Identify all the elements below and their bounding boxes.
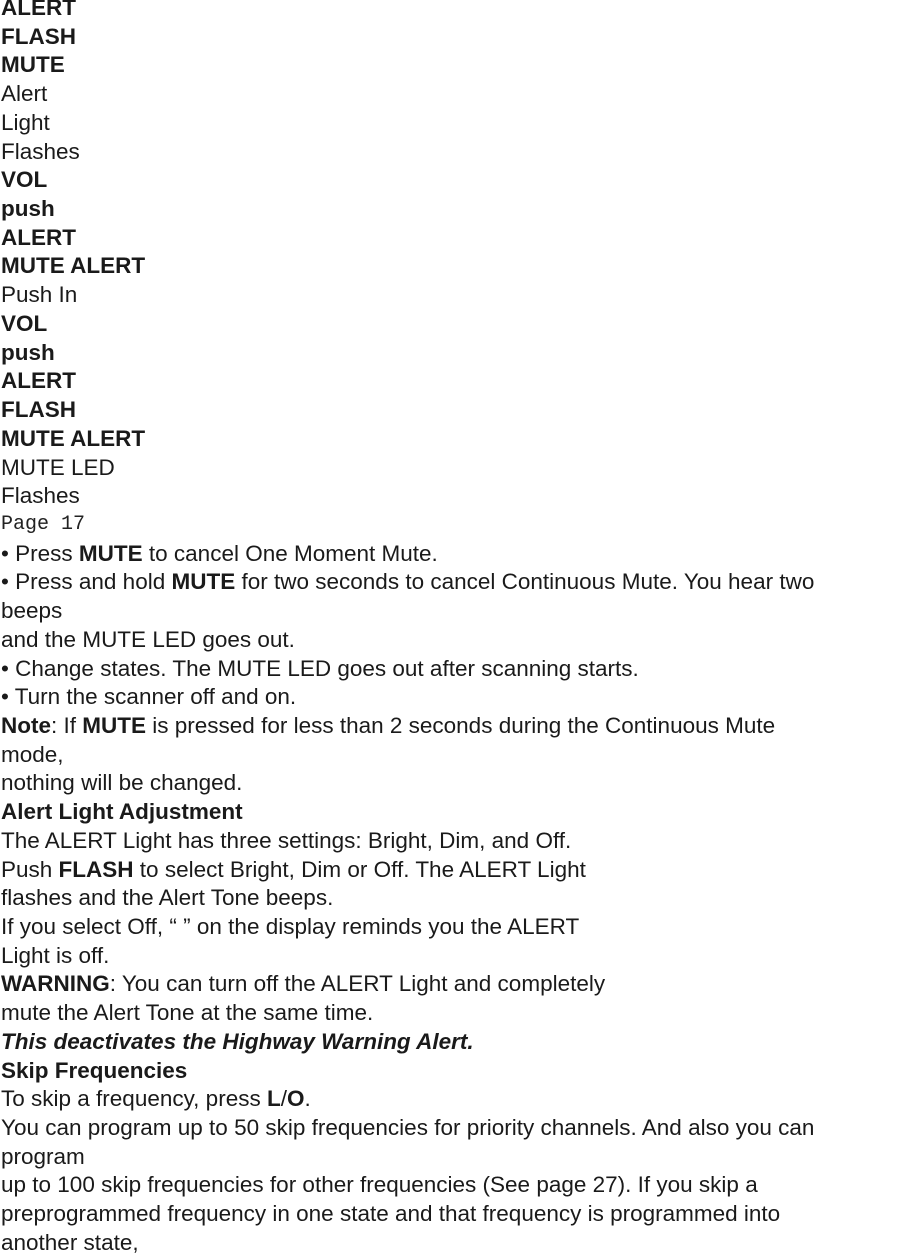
text-run: • Press and hold <box>1 569 172 595</box>
note-block: Note: If MUTE is pressed for less than 2… <box>1 712 906 798</box>
paragraph-line: Light is off. <box>1 942 110 968</box>
text-run: to select Bright, Dim or Off. The ALERT … <box>133 856 586 882</box>
label-vol: VOL <box>1 310 48 336</box>
text-run: is pressed for less than 2 seconds durin… <box>146 712 776 738</box>
text-run: for two seconds to cancel Continuous Mut… <box>235 569 815 595</box>
paragraph-line: The ALERT Light has three settings: Brig… <box>1 827 572 853</box>
label-push-in: Push In <box>1 282 78 308</box>
key-name: MUTE <box>171 569 236 595</box>
note-continuation: mode, <box>1 741 64 767</box>
alert-light-section: Alert Light Adjustment The ALERT Light h… <box>1 798 906 1056</box>
paragraph-line: To skip a frequency, press L/O. <box>1 1085 906 1114</box>
label-flashes: Flashes <box>1 138 80 164</box>
bullet-continuation: and the MUTE LED goes out. <box>1 626 295 652</box>
label-vol: VOL <box>1 167 48 193</box>
label-flashes: Flashes <box>1 483 80 509</box>
paragraph-line: flashes and the Alert Tone beeps. <box>1 885 334 911</box>
key-name: MUTE <box>82 712 147 738</box>
text-run: : If <box>51 712 83 738</box>
label-mute-alert: MUTE ALERT <box>1 425 146 451</box>
key-name: O <box>286 1086 305 1112</box>
paragraph-line: Push FLASH to select Bright, Dim or Off.… <box>1 856 906 885</box>
figure-labels: ALERT FLASH MUTE Alert Light Flashes VOL… <box>1 0 906 511</box>
label-mute-led: MUTE LED <box>1 454 115 480</box>
text-run: • Press <box>1 540 79 566</box>
paragraph-line: If you select Off, “ ” on the display re… <box>1 914 580 939</box>
key-name: FLASH <box>58 856 134 882</box>
paragraph-line: preprogrammed frequency in one state and… <box>1 1201 781 1227</box>
page-number: Page 17 <box>1 512 86 536</box>
label-light: Light <box>1 109 50 135</box>
text-run: . <box>304 1086 311 1112</box>
label-alert: ALERT <box>1 368 76 394</box>
emphasis-line: This deactivates the Highway Warning Ale… <box>1 1028 474 1054</box>
label-alert: ALERT <box>1 0 76 20</box>
bullet-item: • Press and hold MUTE for two seconds to… <box>1 568 906 597</box>
label-push: push <box>1 196 55 222</box>
text-run: To skip a frequency, press <box>1 1086 267 1112</box>
note-continuation: nothing will be changed. <box>1 770 243 796</box>
key-name: L <box>266 1086 281 1112</box>
key-name: MUTE <box>78 540 143 566</box>
label-flash: FLASH <box>1 397 76 423</box>
label-alert-text: Alert <box>1 81 48 107</box>
paragraph-line: mute the Alert Tone at the same time. <box>1 1000 374 1026</box>
label-flash: FLASH <box>1 23 76 49</box>
note-label: Note <box>1 712 51 738</box>
note-line: Note: If MUTE is pressed for less than 2… <box>1 712 906 741</box>
paragraph-line: up to 100 skip frequencies for other fre… <box>1 1172 758 1198</box>
skip-frequencies-section: Skip Frequencies To skip a frequency, pr… <box>1 1057 906 1258</box>
text-run: Push <box>1 856 59 882</box>
warning-label: WARNING <box>1 971 110 997</box>
label-push: push <box>1 339 55 365</box>
label-alert: ALERT <box>1 224 76 250</box>
section-heading: Skip Frequencies <box>1 1057 188 1083</box>
document-page: ALERT FLASH MUTE Alert Light Flashes VOL… <box>1 0 906 1258</box>
paragraph-line: You can program up to 50 skip frequencie… <box>1 1115 815 1141</box>
paragraph-line: program <box>1 1143 85 1169</box>
text-run: : You can turn off the ALERT Light and c… <box>109 971 606 997</box>
bullet-continuation: beeps <box>1 598 63 624</box>
cancel-mute-bullets: • Press MUTE to cancel One Moment Mute. … <box>1 540 906 712</box>
bullet-item: • Turn the scanner off and on. <box>1 684 297 710</box>
bullet-item: • Press MUTE to cancel One Moment Mute. <box>1 540 906 569</box>
label-mute-alert: MUTE ALERT <box>1 253 146 279</box>
text-run: to cancel One Moment Mute. <box>142 540 438 566</box>
paragraph-line: another state, <box>1 1229 139 1255</box>
section-heading: Alert Light Adjustment <box>1 799 243 825</box>
warning-line: WARNING: You can turn off the ALERT Ligh… <box>1 970 906 999</box>
bullet-item: • Change states. The MUTE LED goes out a… <box>1 655 639 681</box>
label-mute: MUTE <box>1 52 65 78</box>
